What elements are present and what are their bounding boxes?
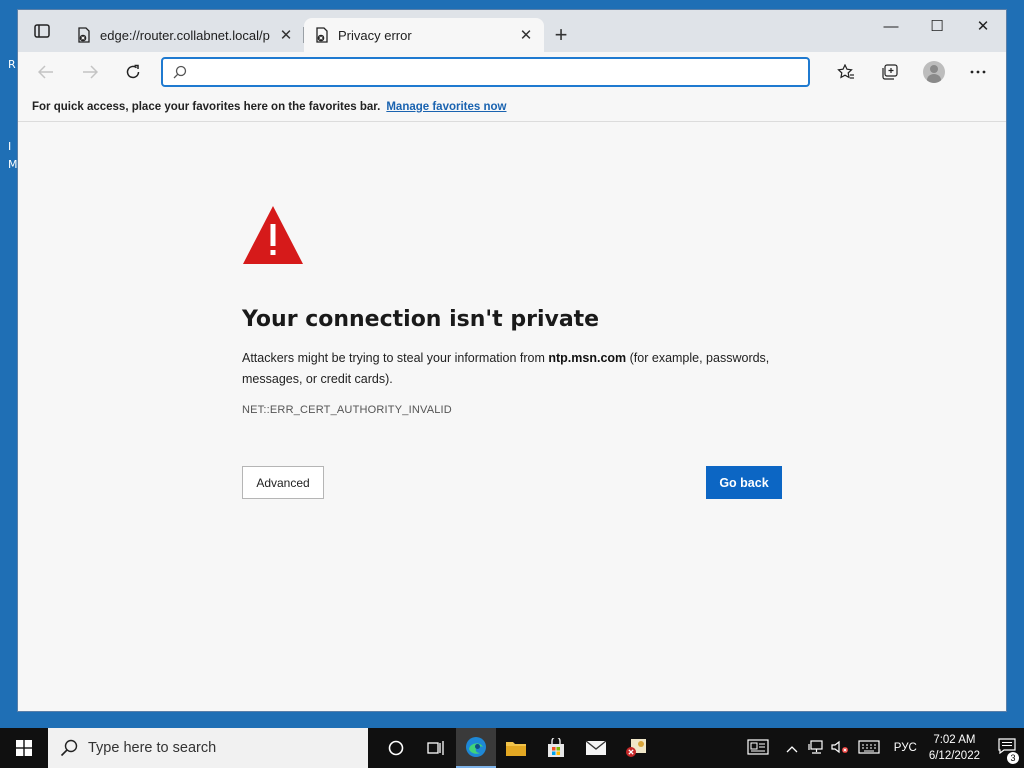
close-tab-icon[interactable]: ✕ bbox=[518, 26, 534, 44]
error-host: ntp.msn.com bbox=[548, 351, 627, 365]
tab-title: Privacy error bbox=[338, 27, 412, 43]
volume-icon-button[interactable] bbox=[828, 740, 852, 757]
profile-button[interactable] bbox=[912, 56, 956, 88]
edge-icon bbox=[466, 737, 486, 757]
keyboard-icon bbox=[858, 739, 880, 754]
certificate-error-icon bbox=[78, 27, 90, 43]
favorites-bar: For quick access, place your favorites h… bbox=[18, 92, 1006, 122]
taskbar-search[interactable]: Type here to search bbox=[48, 728, 368, 768]
error-code[interactable]: NET::ERR_CERT_AUTHORITY_INVALID bbox=[242, 404, 782, 416]
address-bar[interactable] bbox=[161, 57, 810, 87]
clock-date: 6/12/2022 bbox=[928, 750, 980, 762]
notification-count-badge: 3 bbox=[1007, 752, 1019, 764]
store-bag-icon bbox=[548, 738, 564, 757]
mail-envelope-icon bbox=[585, 740, 607, 755]
volume-muted-icon bbox=[831, 740, 848, 753]
error-title: Your connection isn't private bbox=[242, 307, 600, 332]
certificate-error-icon bbox=[316, 27, 328, 43]
browser-window: edge://router.collabnet.local/pe ✕ Priva… bbox=[17, 9, 1007, 712]
task-view-icon bbox=[427, 741, 444, 755]
refresh-icon bbox=[127, 64, 140, 79]
tab-actions-button[interactable] bbox=[18, 10, 66, 52]
minimize-button[interactable]: — bbox=[868, 10, 914, 42]
page-content: Your connection isn't private Attackers … bbox=[18, 122, 1006, 711]
show-hidden-icons-button[interactable] bbox=[780, 741, 804, 756]
title-bar: edge://router.collabnet.local/pe ✕ Priva… bbox=[18, 10, 1006, 52]
taskbar-edge[interactable] bbox=[456, 728, 496, 768]
warning-triangle-icon bbox=[243, 206, 303, 264]
cortana-circle-icon bbox=[388, 740, 404, 756]
touch-keyboard-news-icon[interactable] bbox=[746, 738, 770, 758]
close-tab-icon[interactable]: ✕ bbox=[278, 26, 294, 44]
favorites-button[interactable] bbox=[824, 56, 868, 88]
start-button[interactable] bbox=[0, 728, 48, 768]
taskbar-certificate-app[interactable] bbox=[616, 728, 656, 768]
tab-title: edge://router.collabnet.local/pe bbox=[100, 27, 270, 43]
collections-icon bbox=[882, 64, 898, 80]
avatar bbox=[922, 61, 945, 83]
toolbar-right-tools bbox=[824, 56, 1000, 88]
new-tab-button[interactable]: + bbox=[544, 18, 578, 52]
error-panel: Your connection isn't private Attackers … bbox=[242, 204, 782, 500]
favorites-bar-hint: For quick access, place your favorites h… bbox=[32, 100, 381, 113]
clock[interactable]: 7:02 AM 6/12/2022 bbox=[929, 732, 980, 764]
manage-favorites-link[interactable]: Manage favorites now bbox=[386, 101, 506, 113]
search-icon bbox=[60, 739, 78, 757]
more-dots-icon bbox=[970, 70, 986, 74]
forward-button[interactable] bbox=[68, 56, 112, 88]
folder-icon bbox=[506, 742, 526, 756]
favorites-star-icon bbox=[837, 64, 854, 79]
forward-arrow-icon bbox=[82, 65, 98, 79]
close-window-button[interactable]: ✕ bbox=[960, 10, 1006, 42]
refresh-button[interactable] bbox=[112, 56, 156, 88]
error-description-prefix: Attackers might be trying to steal your … bbox=[242, 351, 549, 365]
taskbar-mail[interactable] bbox=[576, 728, 616, 768]
desktop-glyph: R bbox=[8, 58, 16, 71]
back-button[interactable] bbox=[24, 56, 68, 88]
tab-privacy-error[interactable]: Privacy error ✕ bbox=[304, 18, 544, 52]
error-description: Attackers might be trying to steal your … bbox=[242, 348, 782, 390]
task-view-button[interactable] bbox=[416, 728, 456, 768]
taskbar-store[interactable] bbox=[536, 728, 576, 768]
chevron-up-icon bbox=[786, 745, 798, 752]
go-back-button[interactable]: Go back bbox=[706, 466, 782, 499]
window-controls: — ☐ ✕ bbox=[868, 10, 1006, 42]
taskbar-file-explorer[interactable] bbox=[496, 728, 536, 768]
back-arrow-icon bbox=[37, 65, 53, 79]
advanced-button[interactable]: Advanced bbox=[242, 466, 324, 499]
certificate-app-icon bbox=[626, 739, 646, 757]
maximize-button[interactable]: ☐ bbox=[914, 10, 960, 42]
navigation-toolbar bbox=[18, 52, 1006, 92]
search-icon bbox=[173, 65, 187, 79]
address-input[interactable] bbox=[195, 64, 808, 80]
error-actions: Advanced Go back bbox=[242, 466, 782, 500]
tab-router[interactable]: edge://router.collabnet.local/pe ✕ bbox=[66, 18, 304, 52]
collections-button[interactable] bbox=[868, 56, 912, 88]
input-language[interactable]: РУС bbox=[894, 742, 917, 754]
action-center-button[interactable]: 3 bbox=[990, 738, 1024, 764]
system-tray: РУС 7:02 AM 6/12/2022 3 bbox=[746, 728, 1024, 768]
tab-actions-icon bbox=[34, 24, 50, 38]
taskbar: Type here to search РУС 7:02 AM 6/12/202… bbox=[0, 728, 1024, 768]
news-widget-icon bbox=[747, 738, 769, 755]
desktop-glyph: I bbox=[8, 140, 12, 153]
network-icon bbox=[808, 739, 823, 754]
windows-logo-icon bbox=[16, 740, 32, 756]
touch-keyboard-button[interactable] bbox=[852, 739, 886, 757]
cortana-button[interactable] bbox=[376, 728, 416, 768]
taskbar-search-placeholder: Type here to search bbox=[88, 740, 217, 756]
settings-more-button[interactable] bbox=[956, 56, 1000, 88]
clock-time: 7:02 AM bbox=[933, 734, 976, 746]
network-icon-button[interactable] bbox=[804, 739, 828, 757]
